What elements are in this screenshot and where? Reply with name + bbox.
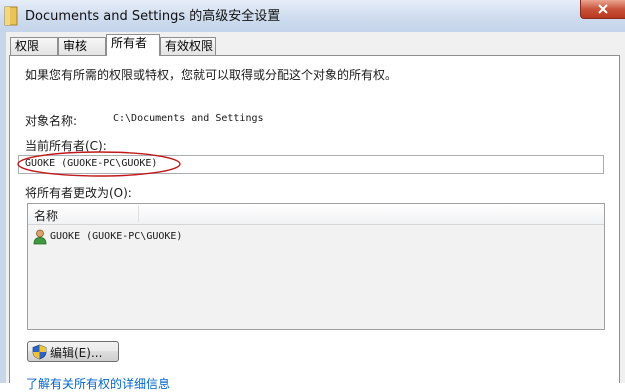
edit-button[interactable]: 编辑(E)... (27, 341, 119, 362)
tab-auditing[interactable]: 审核 (58, 37, 106, 55)
ownership-help-link[interactable]: 了解有关所有权的详细信息 (26, 375, 170, 392)
title-bar[interactable]: Documents and Settings 的高级安全设置 (0, 0, 625, 32)
object-name-label: 对象名称: (25, 114, 78, 128)
change-owner-label: 将所有者更改为(O): (25, 186, 132, 200)
tab-label: 权限 (15, 39, 40, 53)
window-title: Documents and Settings 的高级安全设置 (25, 9, 281, 24)
tab-permissions[interactable]: 权限 (10, 37, 58, 55)
tab-label: 审核 (63, 39, 88, 53)
shield-icon (32, 344, 47, 360)
list-item-name: GUOKE (GUOKE-PC\GUOKE) (50, 231, 183, 242)
list-header-name: 名称 (34, 209, 59, 223)
tab-label: 所有者 (111, 36, 148, 50)
description-text: 如果您有所需的权限或特权，您就可以取得或分配这个对象的所有权。 (25, 68, 398, 82)
owner-candidates-list[interactable]: 名称 GUOKE (GUOKE-PC\GUOKE) (27, 203, 605, 330)
object-name-value: C:\Documents and Settings (113, 113, 264, 124)
tab-effective-permissions[interactable]: 有效权限 (160, 37, 216, 55)
tab-owner[interactable]: 所有者 (106, 34, 160, 56)
tab-label: 有效权限 (165, 39, 214, 53)
edit-button-label: 编辑(E)... (50, 346, 103, 360)
folder-icon (4, 6, 18, 26)
close-button[interactable] (580, 0, 625, 19)
column-divider (138, 206, 139, 222)
user-icon (33, 229, 47, 245)
list-header[interactable]: 名称 (28, 204, 604, 225)
annotation-ellipse (17, 151, 181, 177)
close-icon (598, 4, 608, 14)
list-item[interactable]: GUOKE (GUOKE-PC\GUOKE) (28, 227, 604, 247)
